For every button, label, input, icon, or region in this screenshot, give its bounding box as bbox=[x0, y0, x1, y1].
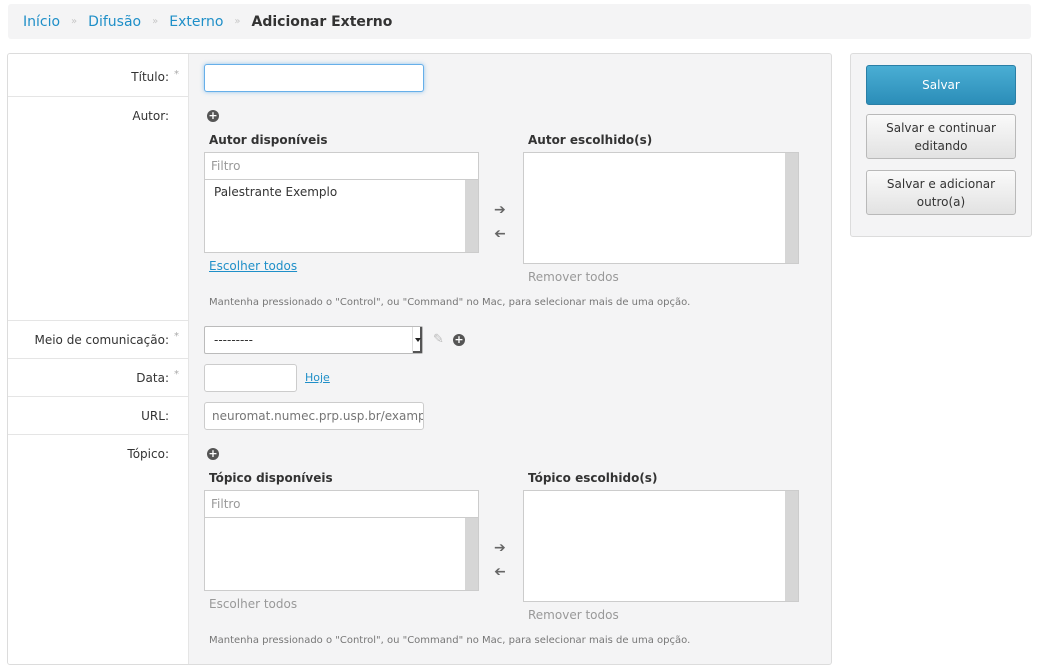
add-meio-icon[interactable]: + bbox=[453, 334, 465, 346]
meio-select[interactable]: --------- bbox=[204, 326, 423, 354]
topico-available-list[interactable] bbox=[204, 517, 479, 591]
arrow-left-icon[interactable]: ➔ bbox=[494, 564, 506, 580]
autor-filter-placeholder: Filtro bbox=[211, 159, 241, 173]
submit-panel: Salvar Salvar e continuar editando Salva… bbox=[850, 53, 1032, 237]
autor-filter-input[interactable]: Filtro bbox=[204, 152, 479, 180]
autor-chosen-title: Autor escolhido(s) bbox=[528, 133, 653, 147]
add-autor-icon[interactable]: + bbox=[207, 110, 219, 122]
titulo-row-label: Título: * bbox=[8, 54, 189, 97]
topico-help-text: Mantenha pressionado o "Control", ou "Co… bbox=[209, 635, 691, 646]
url-label: URL: bbox=[141, 409, 169, 423]
scrollbar[interactable] bbox=[465, 180, 478, 252]
topico-chosen-list[interactable] bbox=[523, 490, 799, 602]
autor-available-list[interactable]: Palestrante Exemplo bbox=[204, 179, 479, 253]
breadcrumb-separator: » bbox=[234, 16, 241, 27]
form-panel: Título: * Autor: Meio de comunicação: * … bbox=[7, 53, 832, 665]
topico-label: Tópico: bbox=[127, 447, 169, 461]
scrollbar[interactable] bbox=[785, 153, 798, 263]
arrow-right-icon[interactable]: ➔ bbox=[494, 202, 506, 218]
autor-remove-all: Remover todos bbox=[528, 270, 619, 284]
data-row-label: Data: * bbox=[8, 359, 189, 397]
scrollbar[interactable] bbox=[465, 518, 478, 590]
titulo-input[interactable] bbox=[204, 64, 424, 92]
label-column: Título: * Autor: Meio de comunicação: * … bbox=[8, 54, 189, 664]
data-label: Data: bbox=[136, 371, 169, 385]
add-topico-icon[interactable]: + bbox=[207, 448, 219, 460]
topico-filter-placeholder: Filtro bbox=[211, 497, 241, 511]
topico-choose-all: Escolher todos bbox=[209, 597, 298, 611]
topico-filter-input[interactable]: Filtro bbox=[204, 490, 479, 518]
arrow-right-icon[interactable]: ➔ bbox=[494, 540, 506, 556]
save-add-another-button[interactable]: Salvar e adicionar outro(a) bbox=[866, 170, 1016, 215]
topico-chosen-title: Tópico escolhido(s) bbox=[528, 471, 658, 485]
pencil-icon[interactable]: ✎ bbox=[433, 332, 444, 347]
autor-chosen-list[interactable] bbox=[523, 152, 799, 264]
autor-available-title: Autor disponíveis bbox=[209, 133, 328, 147]
chevron-down-icon[interactable] bbox=[412, 327, 422, 353]
breadcrumb-inicio[interactable]: Início bbox=[23, 14, 60, 30]
autor-help-text: Mantenha pressionado o "Control", ou "Co… bbox=[209, 297, 691, 308]
meio-label: Meio de comunicação: bbox=[34, 333, 169, 347]
save-continue-button[interactable]: Salvar e continuar editando bbox=[866, 114, 1016, 159]
autor-option[interactable]: Palestrante Exemplo bbox=[214, 185, 337, 199]
breadcrumb-externo[interactable]: Externo bbox=[169, 14, 223, 30]
topico-row-label: Tópico: bbox=[8, 435, 189, 664]
today-link[interactable]: Hoje bbox=[305, 371, 330, 384]
required-mark: * bbox=[174, 369, 179, 380]
breadcrumb-separator: » bbox=[152, 16, 159, 27]
breadcrumb: Início » Difusão » Externo » Adicionar E… bbox=[8, 4, 1031, 39]
save-button[interactable]: Salvar bbox=[866, 65, 1016, 105]
required-mark: * bbox=[174, 69, 179, 80]
arrow-left-icon[interactable]: ➔ bbox=[494, 226, 506, 242]
page-title: Adicionar Externo bbox=[251, 13, 393, 30]
topico-available-title: Tópico disponíveis bbox=[209, 471, 333, 485]
topico-remove-all: Remover todos bbox=[528, 608, 619, 622]
breadcrumb-difusao[interactable]: Difusão bbox=[88, 14, 141, 30]
data-input[interactable] bbox=[204, 364, 297, 392]
required-mark: * bbox=[174, 331, 179, 342]
titulo-label: Título: bbox=[131, 70, 169, 84]
autor-label: Autor: bbox=[132, 109, 169, 123]
url-row-label: URL: bbox=[8, 397, 189, 435]
breadcrumb-separator: » bbox=[71, 16, 78, 27]
meio-selected-value: --------- bbox=[214, 333, 253, 347]
meio-row-label: Meio de comunicação: * bbox=[8, 321, 189, 359]
scrollbar[interactable] bbox=[785, 491, 798, 601]
autor-row-label: Autor: bbox=[8, 97, 189, 321]
url-input[interactable] bbox=[204, 402, 424, 430]
autor-choose-all-link[interactable]: Escolher todos bbox=[209, 259, 297, 273]
